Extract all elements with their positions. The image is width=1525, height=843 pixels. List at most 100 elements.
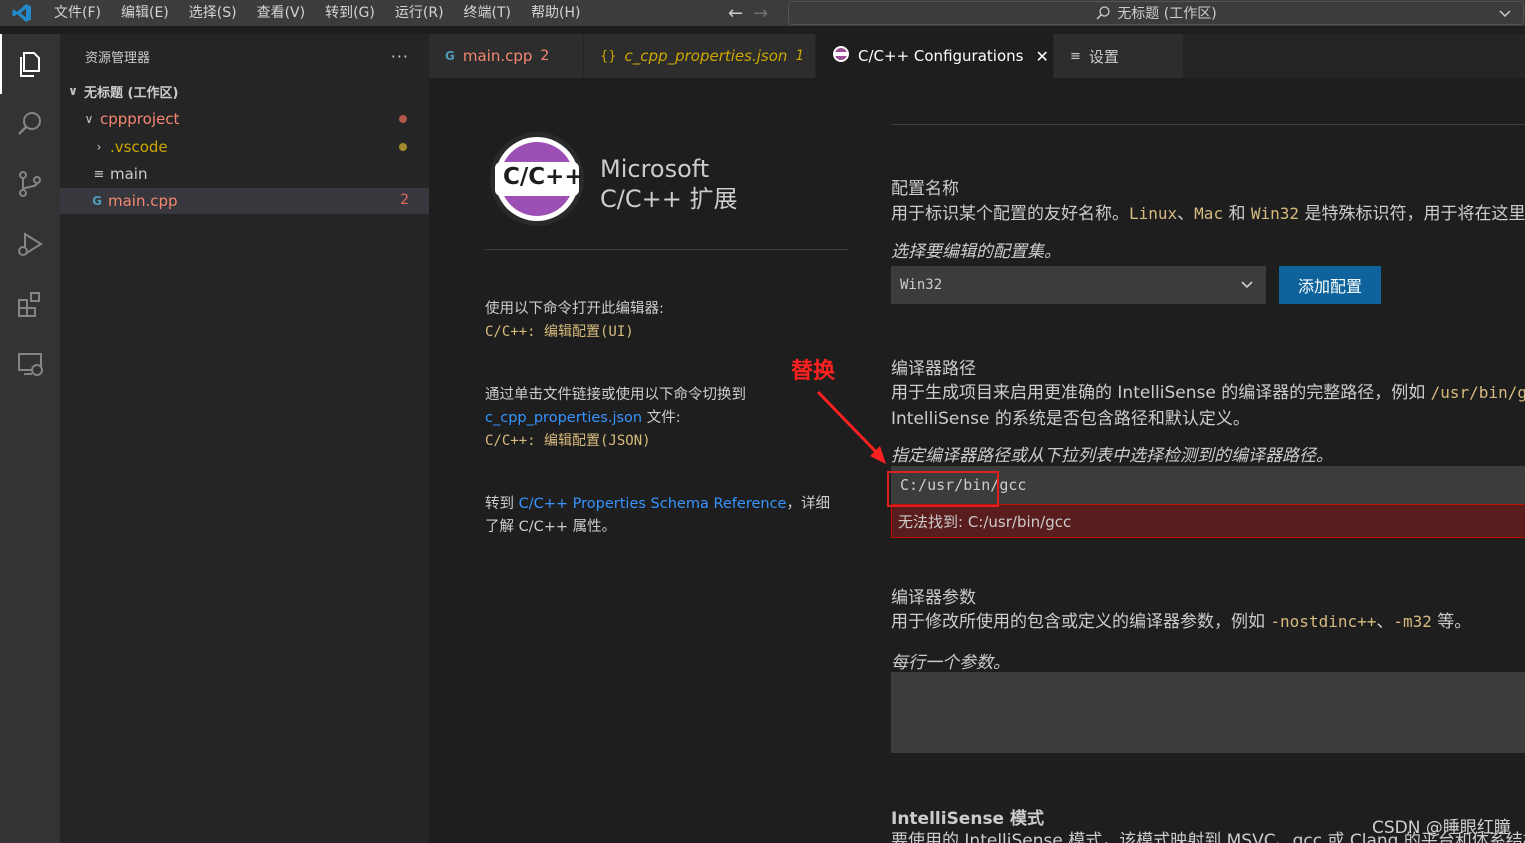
compiler-path-error: 无法找到: C:/usr/bin/gcc: [891, 504, 1525, 538]
text-file-icon: ≡: [93, 166, 105, 182]
explorer-sidebar: 资源管理器 ··· ∨ 无标题 (工作区) ∨ cppproject › .vs…: [60, 34, 429, 843]
tree-label: main: [110, 165, 148, 183]
tree-folder-vscode[interactable]: › .vscode: [60, 134, 429, 160]
code-text: -m32: [1393, 612, 1432, 631]
workspace-root[interactable]: ∨ 无标题 (工作区): [60, 78, 429, 104]
tab-label: 设置: [1088, 47, 1119, 66]
info-suffix: ，详细: [786, 496, 830, 512]
menu-terminal[interactable]: 终端(T): [454, 0, 521, 26]
brand-line-2: C/C++ 扩展: [600, 185, 738, 213]
desc-text: 是特殊标识符，用于将在这里: [1299, 204, 1525, 224]
extension-brand: Microsoft C/C++ 扩展: [600, 154, 737, 214]
divider: [485, 249, 848, 250]
code-text: /usr/bin/g: [1430, 383, 1525, 402]
source-control-icon[interactable]: [0, 154, 60, 214]
info-text: 了解 C/C++ 属性。: [485, 519, 617, 535]
menu-run[interactable]: 运行(R): [385, 0, 454, 26]
tab-main-cpp[interactable]: G main.cpp 2: [429, 34, 584, 78]
compiler-path-hint: 指定编译器路径或从下拉列表中选择检测到的编译器路径。: [891, 446, 1333, 466]
compiler-args-textarea[interactable]: [891, 672, 1525, 753]
tab-label: main.cpp: [462, 47, 533, 65]
code-text: Mac: [1194, 204, 1224, 223]
tree-file-main-cpp[interactable]: G main.cpp 2: [60, 188, 429, 214]
info-text: 使用以下命令打开此编辑器:: [485, 301, 664, 317]
chevron-down-icon: [1241, 281, 1253, 289]
chevron-down-icon[interactable]: [1497, 5, 1513, 21]
tree-folder-cppproject[interactable]: ∨ cppproject: [60, 106, 429, 132]
compiler-args-description: 用于修改所使用的包含或定义的编译器参数，例如 -nostdinc++、-m32 …: [891, 609, 1471, 635]
vscode-logo-icon: [0, 0, 44, 26]
tab-label: c_cpp_properties.json: [624, 47, 788, 65]
explorer-header: 资源管理器 ···: [60, 34, 429, 78]
command-text: C/C++: 编辑配置(JSON): [485, 433, 651, 449]
desc-text: 用于标识某个配置的友好名称。: [891, 204, 1129, 224]
modified-dot: [399, 143, 407, 151]
problem-count-badge: 2: [400, 192, 409, 208]
info-suffix: 文件:: [642, 410, 681, 426]
config-name-description: 用于标识某个配置的友好名称。Linux、Mac 和 Win32 是特殊标识符，用…: [891, 201, 1525, 227]
code-text: -nostdinc++: [1270, 612, 1377, 631]
menu-file[interactable]: 文件(F): [44, 0, 111, 26]
logo-text: C/C++: [503, 164, 584, 190]
tree-label: main.cpp: [108, 192, 178, 210]
search-icon: [1096, 6, 1110, 20]
search-icon[interactable]: [0, 94, 60, 154]
schema-reference-link[interactable]: C/C++ Properties Schema Reference: [519, 496, 787, 512]
workspace-label: 无标题 (工作区): [84, 85, 179, 101]
tab-cpp-configurations[interactable]: C/C++ Configurations ✕: [816, 34, 1054, 78]
explorer-icon[interactable]: [0, 34, 60, 94]
info-text: 通过单击文件链接或使用以下命令切换到: [485, 387, 746, 403]
menu-help[interactable]: 帮助(H): [521, 0, 590, 26]
menu-bar: 文件(F) 编辑(E) 选择(S) 查看(V) 转到(G) 运行(R) 终端(T…: [44, 0, 590, 26]
info-schema-reference: 转到 C/C++ Properties Schema Reference，详细 …: [485, 493, 845, 539]
compiler-path-title: 编译器路径: [891, 359, 976, 379]
menu-view[interactable]: 查看(V): [247, 0, 316, 26]
compiler-path-description: 用于生成项目来启用更准确的 IntelliSense 的编译器的完整路径，例如 …: [891, 380, 1525, 432]
tab-problem-count: 2: [540, 48, 550, 64]
configuration-editor: C/C++ Microsoft C/C++ 扩展 使用以下命令打开此编辑器: C…: [429, 78, 1525, 843]
annotation-label: 替换: [791, 359, 836, 384]
json-file-link[interactable]: c_cpp_properties.json: [485, 410, 642, 426]
code-text: Linux: [1129, 204, 1178, 223]
highlight-box: [887, 471, 999, 507]
command-center-search[interactable]: 无标题 (工作区): [788, 1, 1524, 25]
tab-label: C/C++ Configurations: [858, 47, 1024, 65]
menu-selection[interactable]: 选择(S): [179, 0, 247, 26]
menu-go[interactable]: 转到(G): [315, 0, 385, 26]
desc-text: 和: [1223, 204, 1251, 224]
activity-bar: [0, 34, 60, 843]
extensions-icon[interactable]: [0, 274, 60, 334]
tab-c-cpp-properties-json[interactable]: {} c_cpp_properties.json 1: [584, 34, 816, 78]
desc-text: 等。: [1431, 612, 1472, 632]
tree-file-main[interactable]: ≡ main: [60, 161, 429, 187]
cpp-icon: G: [445, 49, 455, 63]
cpp-icon: G: [92, 194, 102, 208]
json-icon: {}: [600, 48, 617, 64]
config-name-title: 配置名称: [891, 179, 959, 199]
brand-line-1: Microsoft: [600, 155, 710, 183]
more-actions-icon[interactable]: ···: [391, 47, 409, 66]
info-switch-json: 通过单击文件链接或使用以下命令切换到 c_cpp_properties.json…: [485, 384, 845, 453]
forward-arrow-icon[interactable]: →: [753, 3, 768, 24]
command-center-label: 无标题 (工作区): [1117, 6, 1217, 22]
config-select[interactable]: Win32: [891, 266, 1266, 304]
remote-explorer-icon[interactable]: [0, 334, 60, 394]
compiler-args-hint: 每行一个参数。: [891, 653, 1010, 673]
add-configuration-button[interactable]: 添加配置: [1279, 266, 1381, 304]
tree-label: cppproject: [100, 110, 180, 128]
desc-text: 用于生成项目来启用更准确的 IntelliSense 的编译器的完整路径，例如: [891, 383, 1431, 403]
tab-settings[interactable]: ≡ 设置: [1054, 34, 1184, 78]
editor-tab-bar: G main.cpp 2 {} c_cpp_properties.json 1 …: [429, 34, 1525, 78]
config-select-value: Win32: [900, 277, 943, 293]
annotation-arrow-icon: [816, 390, 886, 464]
info-prefix: 转到: [485, 496, 519, 512]
watermark: CSDN @睡眼红瞳: [1372, 818, 1511, 838]
cpp-logo-icon: [832, 45, 850, 67]
desc-text: IntelliSense 的系统是否包含路径和默认定义。: [891, 409, 1250, 429]
close-icon[interactable]: ✕: [1035, 47, 1048, 66]
back-arrow-icon[interactable]: ←: [728, 3, 743, 24]
menu-edit[interactable]: 编辑(E): [111, 0, 179, 26]
navigation-arrows: ← →: [728, 0, 768, 26]
run-debug-icon[interactable]: [0, 214, 60, 274]
cpp-extension-logo: C/C++: [489, 131, 585, 227]
